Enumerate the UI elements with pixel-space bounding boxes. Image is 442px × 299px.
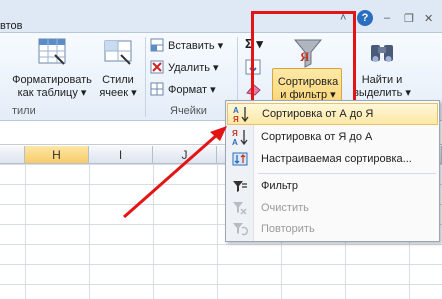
custom-sort-icon [232,152,248,166]
group-label-styles: тили [12,105,36,117]
column-header-partial[interactable] [0,146,25,164]
sort-filter-dropdown-menu: А Я Сортировка от А до Я Я А Сортировка … [225,100,440,242]
delete-cells-icon [150,60,164,74]
format-label: Формат ▾ [168,83,216,96]
menu-item-sort-a-to-z[interactable]: А Я Сортировка от А до Я [227,103,438,125]
insert-button[interactable]: Вставить ▾ [150,36,223,54]
menu-label-reapply: Повторить [261,223,315,235]
title-bar: втов ˄ ? – ❐ ✕ [0,0,442,33]
format-cells-icon [150,82,164,96]
menu-item-clear[interactable]: Очистить [227,197,438,219]
menu-item-reapply[interactable]: Повторить [227,218,438,240]
svg-text:Я: Я [232,129,238,138]
ribbon-tab-fragment[interactable]: втов [0,20,22,32]
clear-filter-icon [233,202,247,215]
menu-separator [258,173,436,174]
svg-text:Я: Я [233,115,239,123]
svg-text:А: А [233,106,239,115]
find-and-select-button[interactable]: Найти и выделить ▾ [352,37,412,100]
column-header-h[interactable]: H [25,146,89,164]
group-label-cells: Ячейки [170,105,207,117]
menu-label-clear: Очистить [261,202,309,214]
sort-za-icon: Я А [232,129,248,146]
close-icon[interactable]: ✕ [424,12,433,25]
insert-cells-icon [150,38,164,52]
menu-item-filter[interactable]: Фильтр [227,175,438,197]
format-as-table-button[interactable]: Форматировать как таблицу ▾ [8,37,96,100]
delete-button[interactable]: Удалить ▾ [150,58,219,76]
menu-label-custom-sort: Настраиваемая сортировка... [261,153,412,165]
filter-icon [233,181,247,192]
insert-label: Вставить ▾ [168,39,224,52]
cell-styles-label-1: Стили [102,74,134,86]
svg-text:А: А [232,138,238,146]
group-separator [145,37,146,117]
reapply-icon [233,223,249,236]
sort-az-icon: А Я [233,106,249,123]
menu-label-sort-z-to-a: Сортировка от Я до А [261,131,373,143]
cell-styles-label-2: ячеек ▾ [99,87,137,99]
delete-label: Удалить ▾ [168,61,219,74]
minimize-icon[interactable]: – [384,12,390,24]
highlight-box [251,11,356,104]
help-icon[interactable]: ? [357,10,373,26]
menu-item-custom-sort[interactable]: Настраиваемая сортировка... [227,148,438,170]
format-table-label-1: Форматировать [12,74,92,86]
find-select-label-1: Найти и [361,74,403,86]
format-button[interactable]: Формат ▾ [150,80,216,98]
column-header-j[interactable]: J [153,146,217,164]
format-table-label-2: как таблицу ▾ [17,87,87,99]
column-header-i[interactable]: I [89,146,153,164]
cell-styles-icon [104,40,132,65]
menu-label-sort-a-to-z: Сортировка от А до Я [262,108,374,120]
cell-styles-button[interactable]: Стили ячеек ▾ [96,37,140,100]
menu-label-filter: Фильтр [261,180,298,192]
find-select-label-2: выделить ▾ [353,87,411,99]
restore-icon[interactable]: ❐ [404,12,414,25]
format-table-icon [38,38,66,65]
menu-item-sort-z-to-a[interactable]: Я А Сортировка от Я до А [227,126,438,148]
binoculars-icon [371,45,393,62]
